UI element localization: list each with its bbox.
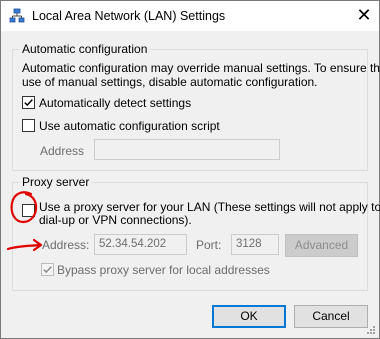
close-button[interactable]: ✕ (349, 1, 379, 31)
checkmark-icon (43, 266, 52, 274)
proxy-server-legend: Proxy server (19, 175, 93, 189)
title-bar: Local Area Network (LAN) Settings ✕ (1, 1, 379, 31)
window-title: Local Area Network (LAN) Settings (32, 9, 226, 23)
use-proxy-checkbox[interactable] (22, 204, 35, 217)
bypass-local-label[interactable]: Bypass proxy server for local addresses (57, 263, 270, 277)
bypass-local-checkbox[interactable] (41, 263, 54, 276)
ok-button[interactable]: OK (212, 305, 286, 328)
close-icon: ✕ (356, 5, 372, 25)
automatic-configuration-description-2: use of manual settings, disable automati… (22, 75, 318, 89)
proxy-address-label: Address: (42, 238, 90, 252)
cancel-button[interactable]: Cancel (294, 305, 368, 328)
checkmark-icon (24, 99, 33, 107)
auto-detect-checkbox[interactable] (22, 96, 35, 109)
automatic-configuration-description-1: Automatic configuration may override man… (22, 61, 380, 75)
use-automatic-script-label[interactable]: Use automatic configuration script (39, 119, 220, 133)
network-icon (9, 8, 25, 23)
resize-grip-icon[interactable] (366, 325, 376, 335)
proxy-port-label: Port: (196, 238, 222, 252)
use-proxy-label-line2[interactable]: dial-up or VPN connections). (39, 213, 192, 227)
script-address-label: Address (40, 144, 85, 158)
proxy-port-input[interactable]: 3128 (231, 234, 279, 255)
use-automatic-script-checkbox[interactable] (22, 119, 35, 132)
auto-detect-label[interactable]: Automatically detect settings (39, 96, 191, 110)
proxy-address-input[interactable]: 52.34.54.202 (94, 234, 187, 255)
automatic-configuration-legend: Automatic configuration (19, 42, 151, 56)
use-proxy-label-line1[interactable]: Use a proxy server for your LAN (These s… (39, 200, 380, 214)
script-address-input[interactable] (94, 139, 280, 160)
lan-settings-dialog: Local Area Network (LAN) Settings ✕ Auto… (0, 0, 380, 339)
advanced-button[interactable]: Advanced (285, 234, 358, 257)
